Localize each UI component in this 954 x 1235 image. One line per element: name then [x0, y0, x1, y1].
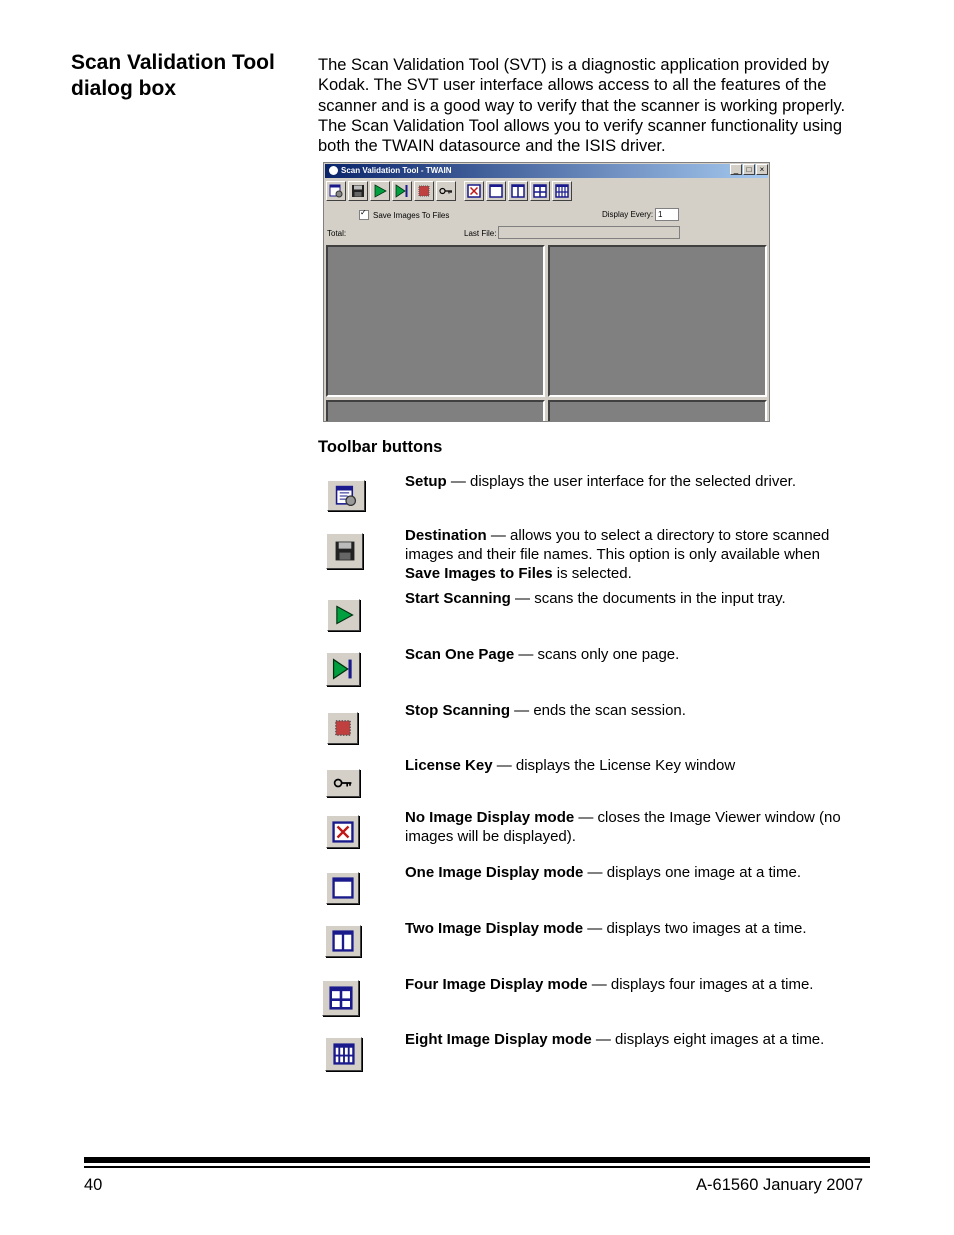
two-image-icon: [511, 184, 525, 198]
stop-icon: [334, 720, 351, 736]
two-image-description: Two Image Display mode — displays two im…: [405, 920, 807, 937]
footer-rule-thick: [84, 1157, 870, 1163]
app-icon: [329, 166, 338, 176]
footer-rule-thin: [84, 1166, 870, 1168]
stop-scanning-description: Stop Scanning — ends the scan session.: [405, 702, 686, 719]
scan-one-page-description: Scan One Page — scans only one page.: [405, 646, 680, 663]
toolbar-two-image-button[interactable]: [508, 181, 528, 201]
setup-icon: [329, 184, 343, 198]
display-every-label: Display Every:: [602, 210, 654, 219]
one-image-button-image: [326, 872, 359, 904]
destination-description: Destination — allows you to select a dir…: [405, 527, 830, 582]
no-image-icon: [331, 820, 354, 843]
toolbar-destination-button[interactable]: [348, 181, 368, 201]
eight-image-button-image: [325, 1037, 362, 1071]
two-image-button-image: [325, 925, 361, 957]
license-key-description: License Key — displays the License Key w…: [405, 757, 736, 774]
toolbar-no-image-button[interactable]: [464, 181, 484, 201]
intro-paragraph: The Scan Validation Tool (SVT) is a diag…: [318, 56, 846, 156]
toolbar-license-key-button[interactable]: [436, 181, 456, 201]
toolbar-stop-button[interactable]: [414, 181, 434, 201]
minimize-button[interactable]: _: [730, 164, 742, 175]
stop-scanning-button-image: [327, 712, 358, 744]
scan-one-page-button-image: [326, 652, 360, 686]
window-title: Scan Validation Tool - TWAIN: [341, 166, 452, 175]
total-label: Total:: [327, 229, 347, 238]
step-forward-icon: [395, 184, 408, 198]
key-icon: [439, 187, 452, 195]
destination-button-image: [326, 533, 363, 569]
four-image-button-image: [322, 980, 359, 1016]
eight-image-icon: [555, 184, 569, 198]
four-image-icon: [533, 184, 547, 198]
toolbar-buttons-heading: Toolbar buttons: [318, 438, 443, 456]
stop-icon: [418, 185, 430, 197]
save-images-label: Save Images To Files: [373, 210, 450, 220]
toolbar-four-image-button[interactable]: [530, 181, 550, 201]
license-key-button-image: [326, 769, 360, 797]
setup-button-image: [327, 480, 365, 511]
setup-description: Setup — displays the user interface for …: [405, 473, 797, 490]
toolbar-one-image-button[interactable]: [486, 181, 506, 201]
window-titlebar: Scan Validation Tool - TWAIN: [325, 164, 768, 178]
four-image-icon: [328, 986, 353, 1010]
image-pane: [548, 245, 767, 397]
no-image-icon: [467, 184, 481, 198]
eight-image-description: Eight Image Display mode — displays eigh…: [405, 1031, 825, 1048]
document-id: A-61560 January 2007: [696, 1176, 863, 1194]
save-images-row: Save Images To Files: [359, 208, 450, 220]
close-button[interactable]: ×: [756, 164, 768, 175]
eight-image-icon: [332, 1043, 355, 1065]
image-pane: [326, 245, 545, 397]
start-scanning-button-image: [327, 599, 360, 631]
four-image-description: Four Image Display mode — displays four …: [405, 976, 814, 993]
toolbar-eight-image-button[interactable]: [552, 181, 572, 201]
image-pane: [326, 400, 545, 421]
last-file-label: Last File:: [464, 229, 497, 238]
one-image-icon: [331, 877, 354, 899]
no-image-description: No Image Display mode — closes the Image…: [405, 809, 841, 845]
step-forward-icon: [332, 658, 352, 680]
key-icon: [333, 778, 352, 788]
play-icon: [374, 184, 387, 198]
no-image-button-image: [326, 815, 359, 848]
play-icon: [335, 605, 354, 625]
start-scanning-description: Start Scanning — scans the documents in …: [405, 590, 786, 607]
last-file-field: [498, 226, 680, 239]
floppy-disk-icon: [335, 541, 354, 561]
toolbar-start-button[interactable]: [370, 181, 390, 201]
one-image-icon: [489, 184, 503, 198]
page-number: 40: [84, 1176, 103, 1194]
setup-icon: [335, 485, 357, 506]
svt-window-screenshot: Scan Validation Tool - TWAIN _ □ × Save …: [323, 162, 770, 422]
window-toolbar: [326, 181, 572, 201]
image-viewer: [325, 243, 769, 421]
section-heading: Scan Validation Tool dialog box: [71, 51, 275, 100]
one-image-description: One Image Display mode — displays one im…: [405, 864, 801, 881]
save-images-checkbox[interactable]: [359, 208, 369, 220]
toolbar-one-page-button[interactable]: [392, 181, 412, 201]
display-every-input[interactable]: 1: [655, 208, 679, 221]
image-pane: [548, 400, 767, 421]
window-controls: _ □ ×: [730, 164, 768, 176]
toolbar-setup-button[interactable]: [326, 181, 346, 201]
two-image-icon: [332, 930, 354, 952]
floppy-disk-icon: [352, 185, 364, 197]
maximize-button[interactable]: □: [743, 164, 755, 175]
